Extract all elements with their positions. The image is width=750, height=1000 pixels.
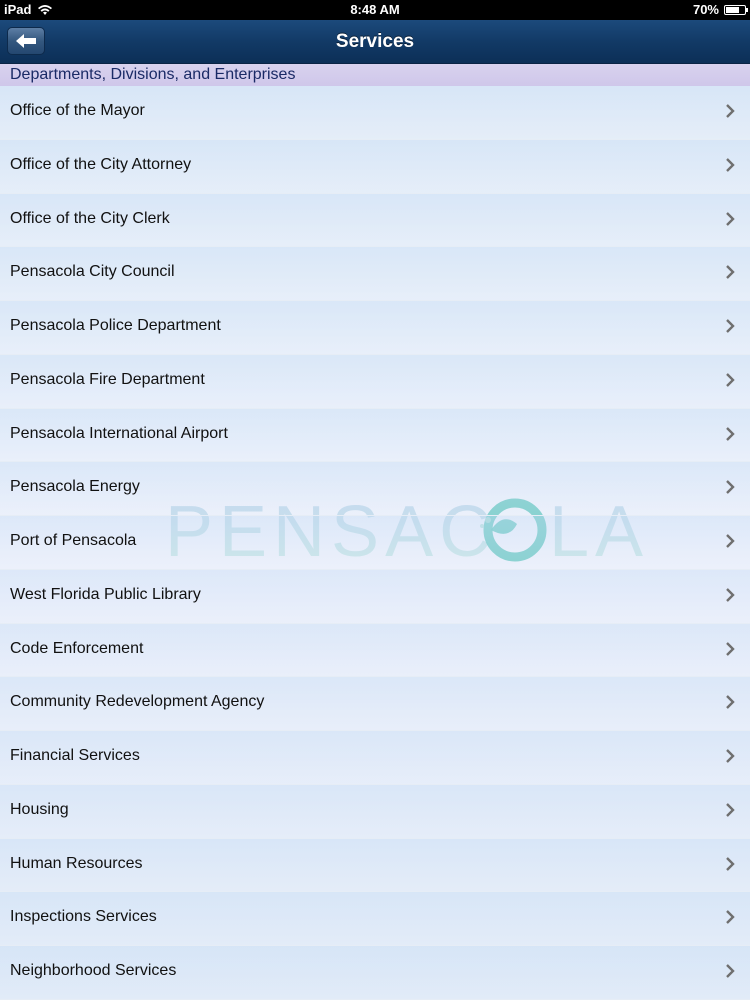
chevron-right-icon	[726, 157, 735, 172]
chevron-right-icon	[726, 104, 735, 118]
chevron-right-icon	[726, 695, 735, 710]
chevron-right-icon	[726, 964, 735, 978]
section-header: Departments, Divisions, and Enterprises	[0, 64, 750, 86]
chevron-right-icon	[726, 480, 735, 495]
services-list: Office of the Mayor Office of the City At…	[0, 86, 750, 1000]
chevron-right-icon	[726, 641, 735, 656]
chevron-right-icon	[726, 319, 735, 333]
list-item[interactable]: Human Resources	[0, 838, 750, 893]
list-item[interactable]: Housing	[0, 784, 750, 839]
list-item[interactable]: Pensacola Energy	[0, 462, 750, 516]
list-item[interactable]: Code Enforcement	[0, 623, 750, 678]
status-right: 70%	[692, 2, 748, 17]
list-item[interactable]: Pensacola City Council	[0, 247, 750, 301]
status-time: 8:48 AM	[350, 2, 400, 17]
list-item-label: Inspections Services	[10, 908, 157, 926]
list-item[interactable]: Office of the City Clerk	[0, 193, 750, 248]
list-item-label: Port of Pensacola	[10, 532, 137, 549]
chevron-right-icon	[726, 802, 735, 817]
list-item[interactable]: Pensacola Police Department	[0, 301, 750, 355]
list-item[interactable]: Financial Services	[0, 731, 750, 785]
list-item-label: Pensacola Police Department	[10, 317, 221, 334]
list-item[interactable]: Port of Pensacola	[0, 516, 750, 570]
chevron-right-icon	[726, 426, 735, 441]
chevron-right-icon	[726, 910, 735, 925]
list-item-label: Financial Services	[10, 747, 140, 764]
list-item[interactable]: Office of the Mayor	[0, 86, 750, 140]
battery-percent: 70%	[692, 2, 719, 17]
list-item-label: Community Redevelopment Agency	[10, 693, 265, 711]
chevron-right-icon	[726, 211, 735, 226]
list-item[interactable]: Office of the City Attorney	[0, 139, 750, 194]
list-item-label: Housing	[10, 800, 69, 818]
battery-icon	[724, 4, 748, 15]
chevron-right-icon	[726, 856, 735, 871]
list-item[interactable]: West Florida Public Library	[0, 569, 750, 624]
chevron-right-icon	[726, 534, 735, 548]
list-item[interactable]: Inspections Services	[0, 892, 750, 946]
list-item-label: Office of the City Clerk	[10, 209, 170, 227]
navigation-bar: Services	[0, 20, 750, 64]
list-item-label: Human Resources	[10, 854, 143, 872]
list-item-label: Pensacola Fire Department	[10, 370, 205, 388]
list-item-label: Pensacola International Airport	[10, 424, 228, 442]
chevron-right-icon	[726, 265, 735, 280]
list-item-label: Office of the City Attorney	[10, 155, 192, 173]
status-bar: iPad 8:48 AM 70%	[0, 0, 750, 20]
list-item-label: Code Enforcement	[10, 639, 144, 657]
list-item[interactable]: Community Redevelopment Agency	[0, 677, 750, 731]
list-item-label: Pensacola Energy	[10, 478, 140, 496]
chevron-right-icon	[726, 587, 735, 602]
list-item[interactable]: Neighborhood Services	[0, 946, 750, 1000]
battery-fill	[726, 6, 739, 13]
list-item-label: Office of the Mayor	[10, 102, 145, 119]
list-item-label: West Florida Public Library	[10, 585, 201, 603]
list-item-label: Pensacola City Council	[10, 263, 175, 281]
screen: iPad 8:48 AM 70% Services Departments, D…	[0, 0, 750, 1000]
chevron-right-icon	[726, 372, 735, 387]
list-item[interactable]: Pensacola Fire Department	[0, 354, 750, 409]
list-item-label: Neighborhood Services	[10, 962, 177, 979]
list-item[interactable]: Pensacola International Airport	[0, 408, 750, 463]
chevron-right-icon	[726, 749, 735, 763]
page-title: Services	[335, 31, 415, 52]
